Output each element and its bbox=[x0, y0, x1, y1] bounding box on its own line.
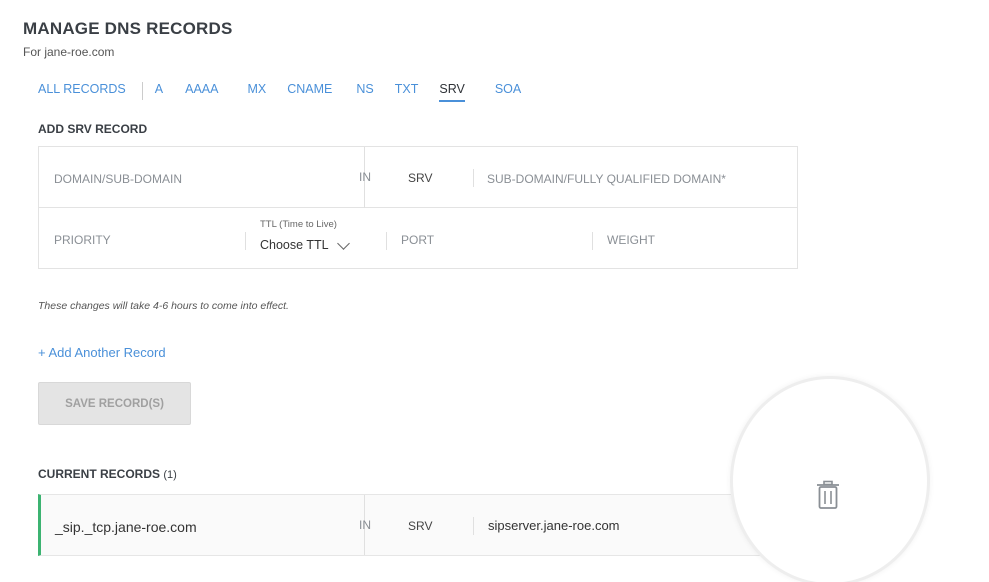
weight-input[interactable]: WEIGHT bbox=[607, 233, 655, 247]
domain-input[interactable]: DOMAIN/SUB-DOMAIN bbox=[54, 172, 182, 186]
ttl-select[interactable]: Choose TTL bbox=[260, 238, 329, 252]
field-separator bbox=[473, 517, 474, 535]
current-records-label: CURRENT RECORDS bbox=[38, 467, 161, 481]
chevron-down-icon[interactable] bbox=[337, 237, 350, 250]
field-separator bbox=[592, 232, 593, 250]
record-type: SRV bbox=[408, 519, 433, 533]
tab-cname[interactable]: CNAME bbox=[287, 82, 332, 100]
ttl-label: TTL (Time to Live) bbox=[260, 219, 337, 230]
add-another-record-link[interactable]: + Add Another Record bbox=[38, 345, 166, 360]
trash-icon[interactable] bbox=[816, 480, 840, 510]
add-record-title: ADD SRV RECORD bbox=[38, 122, 148, 136]
tab-aaaa[interactable]: AAAA bbox=[185, 82, 218, 100]
tab-a[interactable]: A bbox=[155, 82, 163, 100]
record-type-tabs: ALL RECORDS A AAAA MX CNAME NS TXT SRV S… bbox=[38, 81, 521, 102]
save-records-button[interactable]: SAVE RECORD(S) bbox=[38, 382, 191, 425]
tab-mx[interactable]: MX bbox=[247, 82, 266, 100]
record-in-label: IN bbox=[359, 518, 371, 532]
add-record-form: DOMAIN/SUB-DOMAIN IN SRV SUB-DOMAIN/FULL… bbox=[38, 146, 798, 269]
tab-soa[interactable]: SOA bbox=[495, 82, 521, 100]
in-label: IN bbox=[359, 170, 371, 184]
current-records-count: (1) bbox=[163, 469, 177, 481]
record-row: _sip._tcp.jane-roe.com IN SRV sipserver.… bbox=[38, 494, 798, 556]
field-separator bbox=[473, 169, 474, 187]
tab-srv[interactable]: SRV bbox=[439, 82, 466, 102]
field-separator bbox=[245, 232, 246, 250]
tab-txt[interactable]: TXT bbox=[395, 82, 419, 100]
record-type-label: SRV bbox=[408, 171, 433, 185]
current-records-title: CURRENT RECORDS (1) bbox=[38, 467, 177, 481]
tab-ns[interactable]: NS bbox=[356, 82, 373, 100]
port-input[interactable]: PORT bbox=[401, 233, 434, 247]
tab-all-records[interactable]: ALL RECORDS bbox=[38, 82, 126, 100]
magnifier-highlight bbox=[730, 376, 930, 582]
propagation-note: These changes will take 4-6 hours to com… bbox=[38, 300, 289, 312]
record-domain: _sip._tcp.jane-roe.com bbox=[55, 519, 197, 535]
page-subtitle: For jane-roe.com bbox=[23, 45, 115, 59]
record-target: sipserver.jane-roe.com bbox=[488, 518, 620, 533]
page-title: MANAGE DNS RECORDS bbox=[23, 19, 233, 38]
form-row-primary: DOMAIN/SUB-DOMAIN IN SRV SUB-DOMAIN/FULL… bbox=[39, 147, 797, 208]
priority-input[interactable]: PRIORITY bbox=[54, 233, 111, 247]
tab-divider bbox=[141, 82, 143, 100]
target-domain-input[interactable]: SUB-DOMAIN/FULLY QUALIFIED DOMAIN* bbox=[487, 172, 726, 186]
form-row-secondary: PRIORITY TTL (Time to Live) Choose TTL P… bbox=[39, 208, 797, 269]
field-separator bbox=[386, 232, 387, 250]
